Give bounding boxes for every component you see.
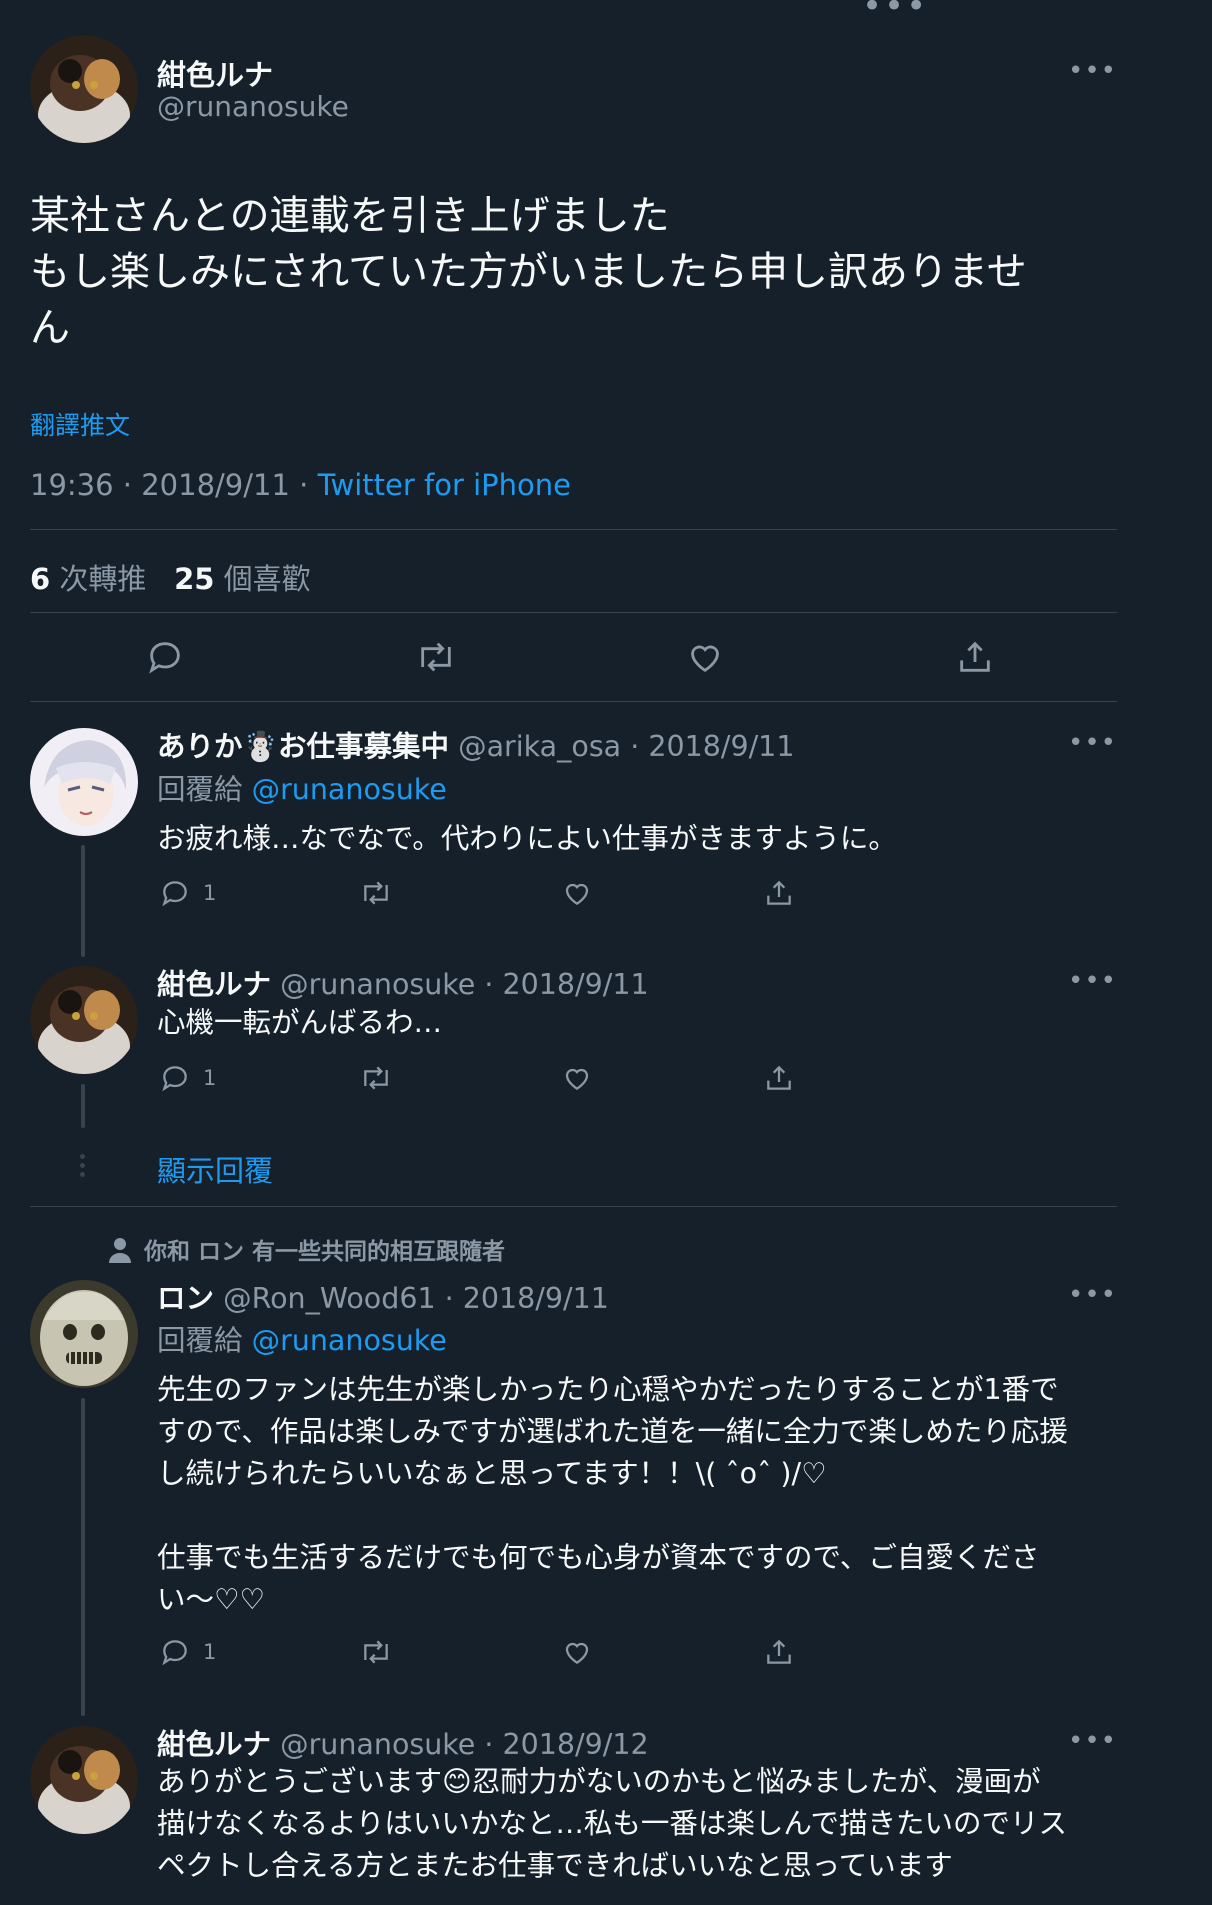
reply-text: ありがとうございます😊忍耐力がないのかもと悩みましたが、漫画が 描けなくなるより… [157,1765,1068,1882]
share-button[interactable] [763,1636,795,1668]
show-replies-link[interactable]: 顯示回覆 [157,1148,273,1190]
avatar[interactable] [30,35,138,143]
reply-button[interactable]: 1 [159,1062,216,1094]
divider [30,701,1117,702]
like-count[interactable]: 25 個喜歡 [174,562,311,596]
reply-icon [162,1066,187,1092]
reply-header: ありか☃️お仕事募集中 @arika_osa · 2018/9/11 [157,724,794,765]
share-button[interactable] [763,1062,795,1094]
more-icon[interactable]: ••• [1068,58,1117,84]
reply-date[interactable]: · 2018/9/11 [621,730,794,763]
engagement-stats: 6 次轉推 25 個喜歡 [30,556,311,598]
retweet-button[interactable] [358,1636,394,1668]
reply-button[interactable]: 1 [159,877,216,909]
like-button[interactable] [685,637,725,677]
source-link[interactable]: Twitter for iPhone [318,468,571,502]
thread-line [81,1084,85,1128]
share-icon [767,1639,791,1664]
replying-to: 回覆給 @runanosuke [157,1324,447,1357]
reply-header: 紺色ルナ @runanosuke · 2018/9/12 [157,1722,649,1763]
like-button[interactable] [561,1062,593,1094]
like-icon [565,1068,589,1090]
retweet-button[interactable] [358,877,394,909]
divider [30,612,1117,613]
avatar[interactable] [30,1280,138,1388]
translate-link[interactable]: 翻譯推文 [30,406,130,442]
reply-date[interactable]: · 2018/9/11 [436,1282,609,1315]
retweet-button[interactable] [358,1062,394,1094]
tweet-timestamp: 19:36 · 2018/9/11 · Twitter for iPhone [30,468,571,502]
share-icon [767,880,791,905]
replying-to: 回覆給 @runanosuke [157,773,447,806]
person-icon [109,1238,131,1263]
thread-dots-icon [80,1154,86,1178]
author-handle[interactable]: @arika_osa [458,730,621,763]
reply-count: 1 [203,1640,217,1664]
tweet-text: 某社さんとの連載を引き上げました もし楽しみにされていた方がいましたら申し訳あり… [30,193,1027,351]
more-icon[interactable]: ••• [1068,968,1117,994]
retweet-icon [364,1640,388,1664]
share-icon [960,641,990,672]
author-name[interactable]: 紺色ルナ [157,968,271,1001]
reply-count: 1 [203,1066,217,1090]
like-button[interactable] [561,1636,593,1668]
author-name[interactable]: 紺色ルナ [157,1728,271,1761]
retweet-icon [364,1066,388,1090]
retweet-icon [364,881,388,905]
retweet-button[interactable] [414,637,458,677]
share-icon [767,1065,791,1090]
share-button[interactable] [955,637,995,677]
author-handle[interactable]: @runanosuke [157,90,349,123]
avatar[interactable] [30,728,138,836]
social-context: 你和 ロン 有一些共同的相互跟隨者 [108,1232,505,1266]
divider [30,529,1117,530]
reply-count: 1 [203,881,217,905]
like-icon [565,883,589,905]
retweet-icon [421,642,451,672]
share-button[interactable] [763,877,795,909]
reply-button[interactable] [145,637,185,677]
reply-icon [162,881,187,907]
reply-button[interactable]: 1 [159,1636,216,1668]
more-icon[interactable]: ••• [862,0,928,26]
more-icon[interactable]: ••• [1068,1282,1117,1308]
avatar[interactable] [30,1726,138,1834]
author-name[interactable]: ありか☃️お仕事募集中 [157,730,449,763]
reply-date[interactable]: · 2018/9/11 [475,968,648,1001]
divider [30,1206,1117,1207]
reply-header: ロン @Ron_Wood61 · 2018/9/11 [157,1276,609,1317]
like-icon [691,645,719,672]
author-handle[interactable]: @runanosuke [280,1728,475,1761]
more-icon[interactable]: ••• [1068,730,1117,756]
author-handle[interactable]: @Ron_Wood61 [223,1282,436,1315]
like-button[interactable] [561,877,593,909]
thread-line [81,1398,85,1716]
author-name[interactable]: 紺色ルナ [157,52,273,94]
reply-date[interactable]: · 2018/9/12 [475,1728,648,1761]
avatar[interactable] [30,966,138,1074]
reply-text: お疲れ様…なでなで。代わりによい仕事がきますように。 [157,822,897,855]
reply-text: 先生のファンは先生が楽しかったり心穏やかだったりすることが1番で すので、作品は… [157,1373,1068,1616]
more-icon[interactable]: ••• [1068,1728,1117,1754]
thread-line [81,845,85,957]
retweet-count[interactable]: 6 次轉推 [30,562,146,596]
reply-text: 心機一転がんばるわ… [157,1006,443,1039]
reply-icon [162,1640,187,1666]
like-icon [565,1642,589,1664]
reply-icon [149,642,180,674]
author-handle[interactable]: @runanosuke [280,968,475,1001]
reply-header: 紺色ルナ @runanosuke · 2018/9/11 [157,962,649,1003]
author-name[interactable]: ロン [157,1282,214,1315]
